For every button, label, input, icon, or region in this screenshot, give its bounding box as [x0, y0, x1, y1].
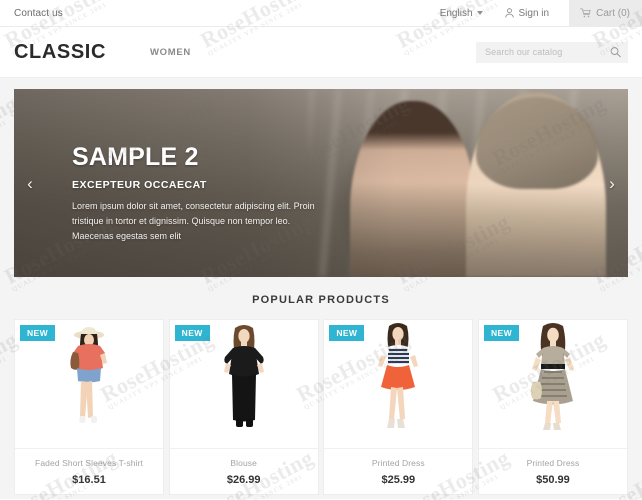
product-image-blouse — [223, 325, 264, 427]
product-card[interactable]: NEW — [14, 319, 164, 495]
site-header: CLASSIC WOMEN Search our catalog — [0, 27, 642, 78]
product-name[interactable]: Blouse — [170, 458, 318, 468]
language-selector[interactable]: English — [440, 8, 483, 19]
search-input[interactable]: Search our catalog — [476, 41, 628, 63]
product-image-printed-dress-2 — [530, 323, 574, 430]
status-badge: NEW — [20, 325, 56, 341]
carousel-body-text: Lorem ipsum dolor sit amet, consectetur … — [72, 201, 315, 241]
carousel-caption: SAMPLE 2 EXCEPTEUR OCCAECAT Lorem ipsum … — [72, 145, 322, 244]
carousel-prev-arrow-icon[interactable]: ‹ — [18, 166, 42, 200]
product-name[interactable]: Faded Short Sleeves T-shirt — [15, 458, 163, 468]
carousel-subtitle: EXCEPTEUR OCCAECAT — [72, 179, 207, 191]
product-card[interactable]: NEW — [477, 319, 628, 495]
product-image-tshirt — [70, 327, 107, 423]
main-navigation: WOMEN — [150, 47, 191, 58]
cart-button[interactable]: Cart (0) — [569, 0, 642, 27]
page-title: POPULAR PRODUCTS — [252, 294, 390, 306]
search-icon[interactable] — [610, 47, 621, 58]
product-price: $16.51 — [72, 474, 106, 486]
top-bar: Contact us English Sign in Cart (0) — [0, 0, 642, 27]
product-card[interactable]: NEW Blouse $26.99 — [168, 319, 319, 495]
product-name[interactable]: Printed Dress — [479, 458, 627, 468]
status-badge: NEW — [329, 325, 365, 341]
product-name[interactable]: Printed Dress — [324, 458, 472, 468]
carousel-next-arrow-icon[interactable]: › — [600, 166, 624, 200]
chevron-down-icon — [476, 11, 483, 15]
contact-us-link[interactable]: Contact us — [14, 8, 63, 19]
nav-item-women[interactable]: WOMEN — [150, 47, 191, 58]
page-body: SAMPLE 2 EXCEPTEUR OCCAECAT Lorem ipsum … — [0, 78, 642, 499]
status-badge: NEW — [174, 325, 210, 341]
language-label: English — [439, 7, 473, 19]
cart-icon — [580, 8, 591, 18]
hero-carousel[interactable]: SAMPLE 2 EXCEPTEUR OCCAECAT Lorem ipsum … — [14, 89, 628, 277]
site-logo[interactable]: CLASSIC — [14, 41, 106, 64]
cart-label: Cart (0) — [596, 7, 630, 19]
user-icon — [504, 8, 514, 18]
search-placeholder: Search our catalog — [485, 47, 563, 57]
product-grid: NEW Faded Short Sleeves T-shirt $16.51 N… — [14, 319, 628, 495]
product-price: $50.99 — [536, 474, 570, 486]
product-card[interactable]: NEW Printed Dress $25.99 — [323, 319, 474, 495]
status-badge: NEW — [483, 325, 519, 341]
sign-in-link[interactable]: Sign in — [504, 7, 550, 19]
product-image-printed-dress-1 — [378, 323, 419, 428]
product-price: $26.99 — [226, 474, 261, 486]
sign-in-label: Sign in — [518, 7, 550, 19]
product-price: $25.99 — [381, 474, 416, 486]
carousel-title: SAMPLE 2 — [72, 143, 199, 171]
